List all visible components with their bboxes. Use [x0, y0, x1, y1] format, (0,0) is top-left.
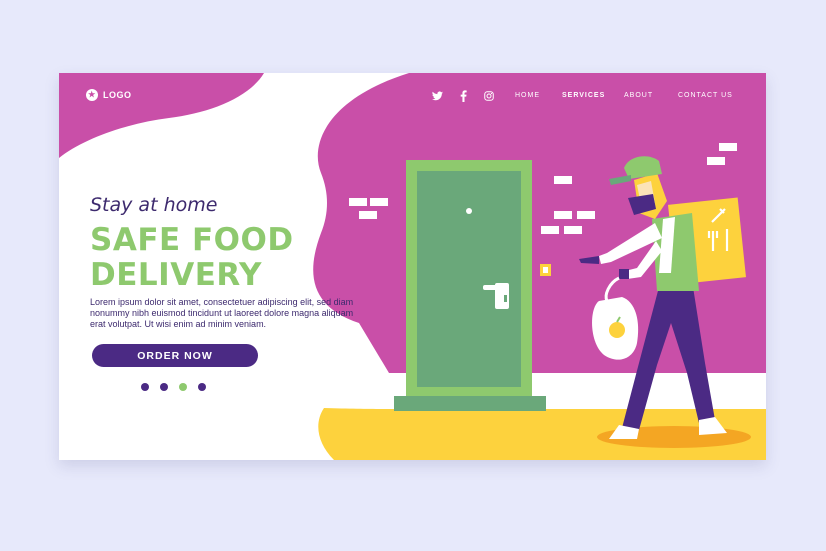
hero-headline-line1: SAFE FOOD [90, 222, 294, 258]
door [417, 171, 521, 387]
top-left-wave [59, 73, 264, 158]
landing-page: ★ LOGO HOME SERVICES ABOUT CONTACT US St… [59, 73, 766, 460]
facebook-icon[interactable] [457, 90, 469, 102]
carousel-dot[interactable] [198, 383, 206, 391]
hero-headline-line2: DELIVERY [90, 257, 262, 293]
order-now-button[interactable]: ORDER NOW [92, 344, 258, 367]
hero-tagline: Stay at home [90, 194, 218, 216]
carousel-dot[interactable] [160, 383, 168, 391]
carousel-dot[interactable] [141, 383, 149, 391]
door-step [394, 396, 546, 411]
nav-home[interactable]: HOME [515, 92, 540, 99]
star-icon: ★ [86, 89, 98, 101]
logo[interactable]: ★ LOGO [86, 89, 132, 101]
nav-about[interactable]: ABOUT [624, 92, 653, 99]
carousel-dot-active[interactable] [179, 383, 187, 391]
logo-text: LOGO [103, 90, 132, 100]
nav-contact-us[interactable]: CONTACT US [678, 92, 733, 99]
carousel-dots [141, 383, 206, 391]
nav-services[interactable]: SERVICES [562, 92, 605, 99]
instagram-icon[interactable] [483, 90, 495, 102]
hero-body-text: Lorem ipsum dolor sit amet, consectetuer… [90, 297, 354, 329]
peephole [466, 208, 472, 214]
twitter-icon[interactable] [431, 90, 443, 102]
